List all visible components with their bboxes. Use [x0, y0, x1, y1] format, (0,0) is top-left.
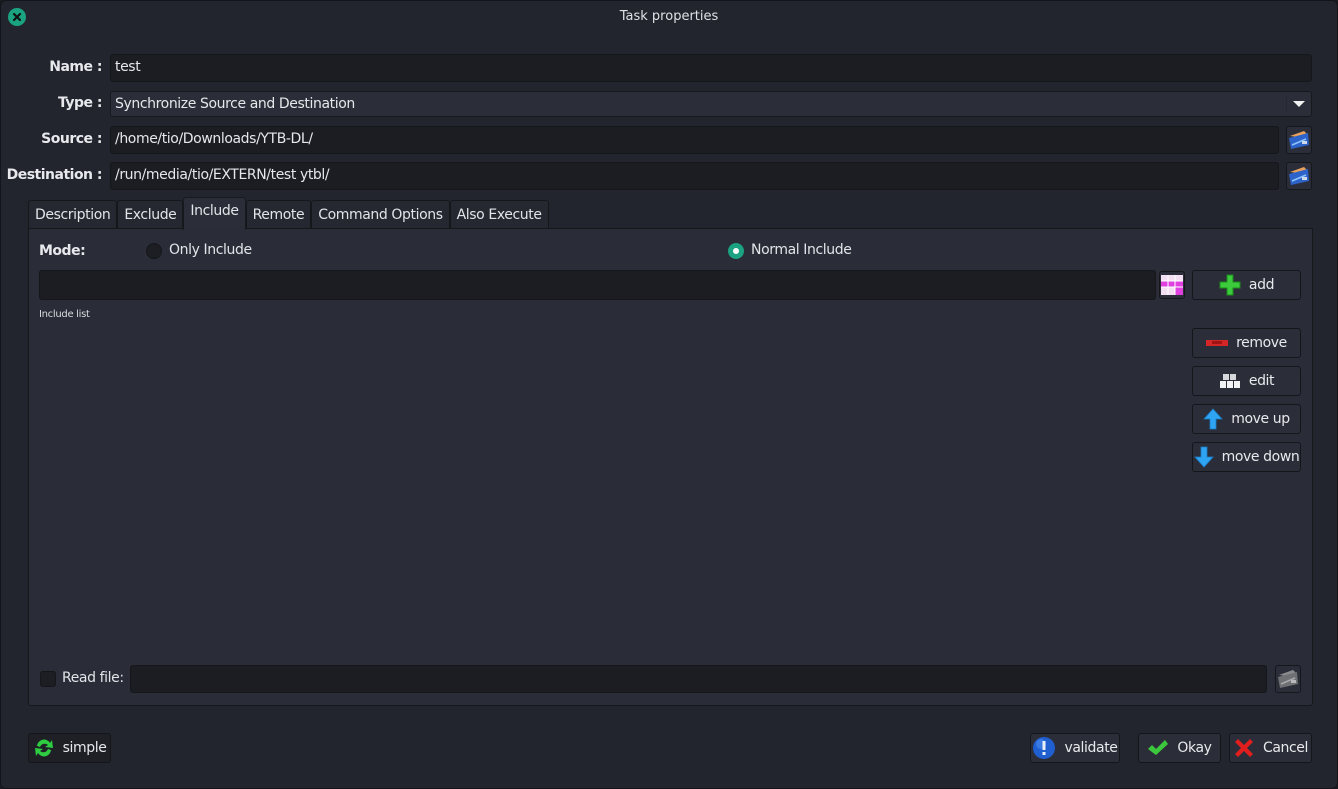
type-select[interactable]: Synchronize Source and Destination: [110, 91, 1312, 117]
type-selected-value: Synchronize Source and Destination: [115, 96, 355, 112]
tab-also-execute[interactable]: Also Execute: [449, 200, 549, 230]
folder-icon: [1289, 131, 1309, 149]
source-browse-button[interactable]: [1286, 126, 1312, 154]
type-label: Type :: [57, 95, 103, 111]
mode-label: Mode:: [39, 243, 86, 259]
plus-icon: [1219, 274, 1241, 296]
simple-button[interactable]: simple: [28, 733, 111, 763]
name-input[interactable]: test: [110, 54, 1312, 82]
edit-blocks-icon: [1219, 374, 1240, 388]
folder-icon: [1278, 670, 1298, 688]
tab-exclude[interactable]: Exclude: [117, 200, 184, 230]
only-include-radio[interactable]: [146, 243, 162, 259]
cancel-label: Cancel: [1262, 740, 1309, 756]
source-label: Source :: [41, 131, 102, 147]
cancel-button[interactable]: Cancel: [1229, 733, 1312, 763]
add-label: add: [1248, 277, 1275, 293]
normal-include-label[interactable]: Normal Include: [751, 242, 852, 258]
simple-label: simple: [62, 740, 107, 756]
cancel-x-icon: [1234, 739, 1253, 757]
destination-input[interactable]: /run/media/tio/EXTERN/test ytbl/: [110, 162, 1279, 190]
include-list[interactable]: [39, 325, 1184, 655]
pattern-grid-icon: [1161, 275, 1183, 295]
normal-include-radio[interactable]: [728, 243, 744, 259]
info-exclamation-icon: [1033, 737, 1056, 759]
include-tab-panel: Mode: Only Include Normal Include add In…: [28, 228, 1313, 706]
okay-button[interactable]: Okay: [1138, 733, 1221, 763]
include-list-label: Include list: [39, 309, 90, 320]
validate-label: validate: [1064, 740, 1118, 756]
refresh-icon: [34, 739, 53, 757]
read-file-browse-button[interactable]: [1275, 665, 1301, 693]
destination-label: Destination :: [6, 167, 103, 183]
chevron-down-icon: [1293, 101, 1305, 107]
window-title: Task properties: [619, 9, 719, 24]
move-down-label: move down: [1221, 449, 1300, 465]
tab-remote[interactable]: Remote: [245, 200, 312, 230]
pattern-helper-button[interactable]: [1159, 271, 1185, 299]
edit-button[interactable]: edit: [1192, 366, 1301, 396]
task-properties-dialog: Task properties Name : test Type : Synch…: [0, 0, 1338, 789]
add-button[interactable]: add: [1192, 270, 1301, 300]
read-file-label[interactable]: Read file:: [62, 670, 124, 686]
move-up-button[interactable]: move up: [1192, 404, 1301, 434]
source-input[interactable]: /home/tio/Downloads/YTB-DL/: [110, 126, 1279, 154]
read-file-input[interactable]: [130, 665, 1267, 693]
move-down-button[interactable]: move down: [1192, 442, 1301, 472]
validate-button[interactable]: validate: [1030, 733, 1120, 763]
arrow-up-icon: [1203, 408, 1224, 430]
read-file-checkbox[interactable]: [40, 671, 56, 687]
checkmark-icon: [1148, 740, 1169, 755]
tab-command-options[interactable]: Command Options: [311, 200, 450, 230]
name-label: Name :: [49, 59, 102, 75]
include-pattern-input[interactable]: [39, 270, 1156, 300]
edit-label: edit: [1248, 373, 1275, 389]
tab-description[interactable]: Description: [28, 200, 118, 230]
move-up-label: move up: [1231, 411, 1290, 427]
arrow-down-icon: [1193, 446, 1214, 468]
folder-icon: [1289, 167, 1309, 185]
remove-label: remove: [1236, 335, 1287, 351]
combo-separator: [1286, 95, 1287, 113]
remove-button[interactable]: remove: [1192, 328, 1301, 358]
destination-browse-button[interactable]: [1286, 162, 1312, 190]
tab-include[interactable]: Include: [183, 197, 246, 230]
only-include-label[interactable]: Only Include: [169, 242, 252, 258]
tab-bar: Description Exclude Include Remote Comma…: [28, 197, 549, 230]
minus-icon: [1206, 340, 1229, 346]
okay-label: Okay: [1177, 740, 1212, 756]
title-bar: Task properties: [1, 1, 1337, 33]
